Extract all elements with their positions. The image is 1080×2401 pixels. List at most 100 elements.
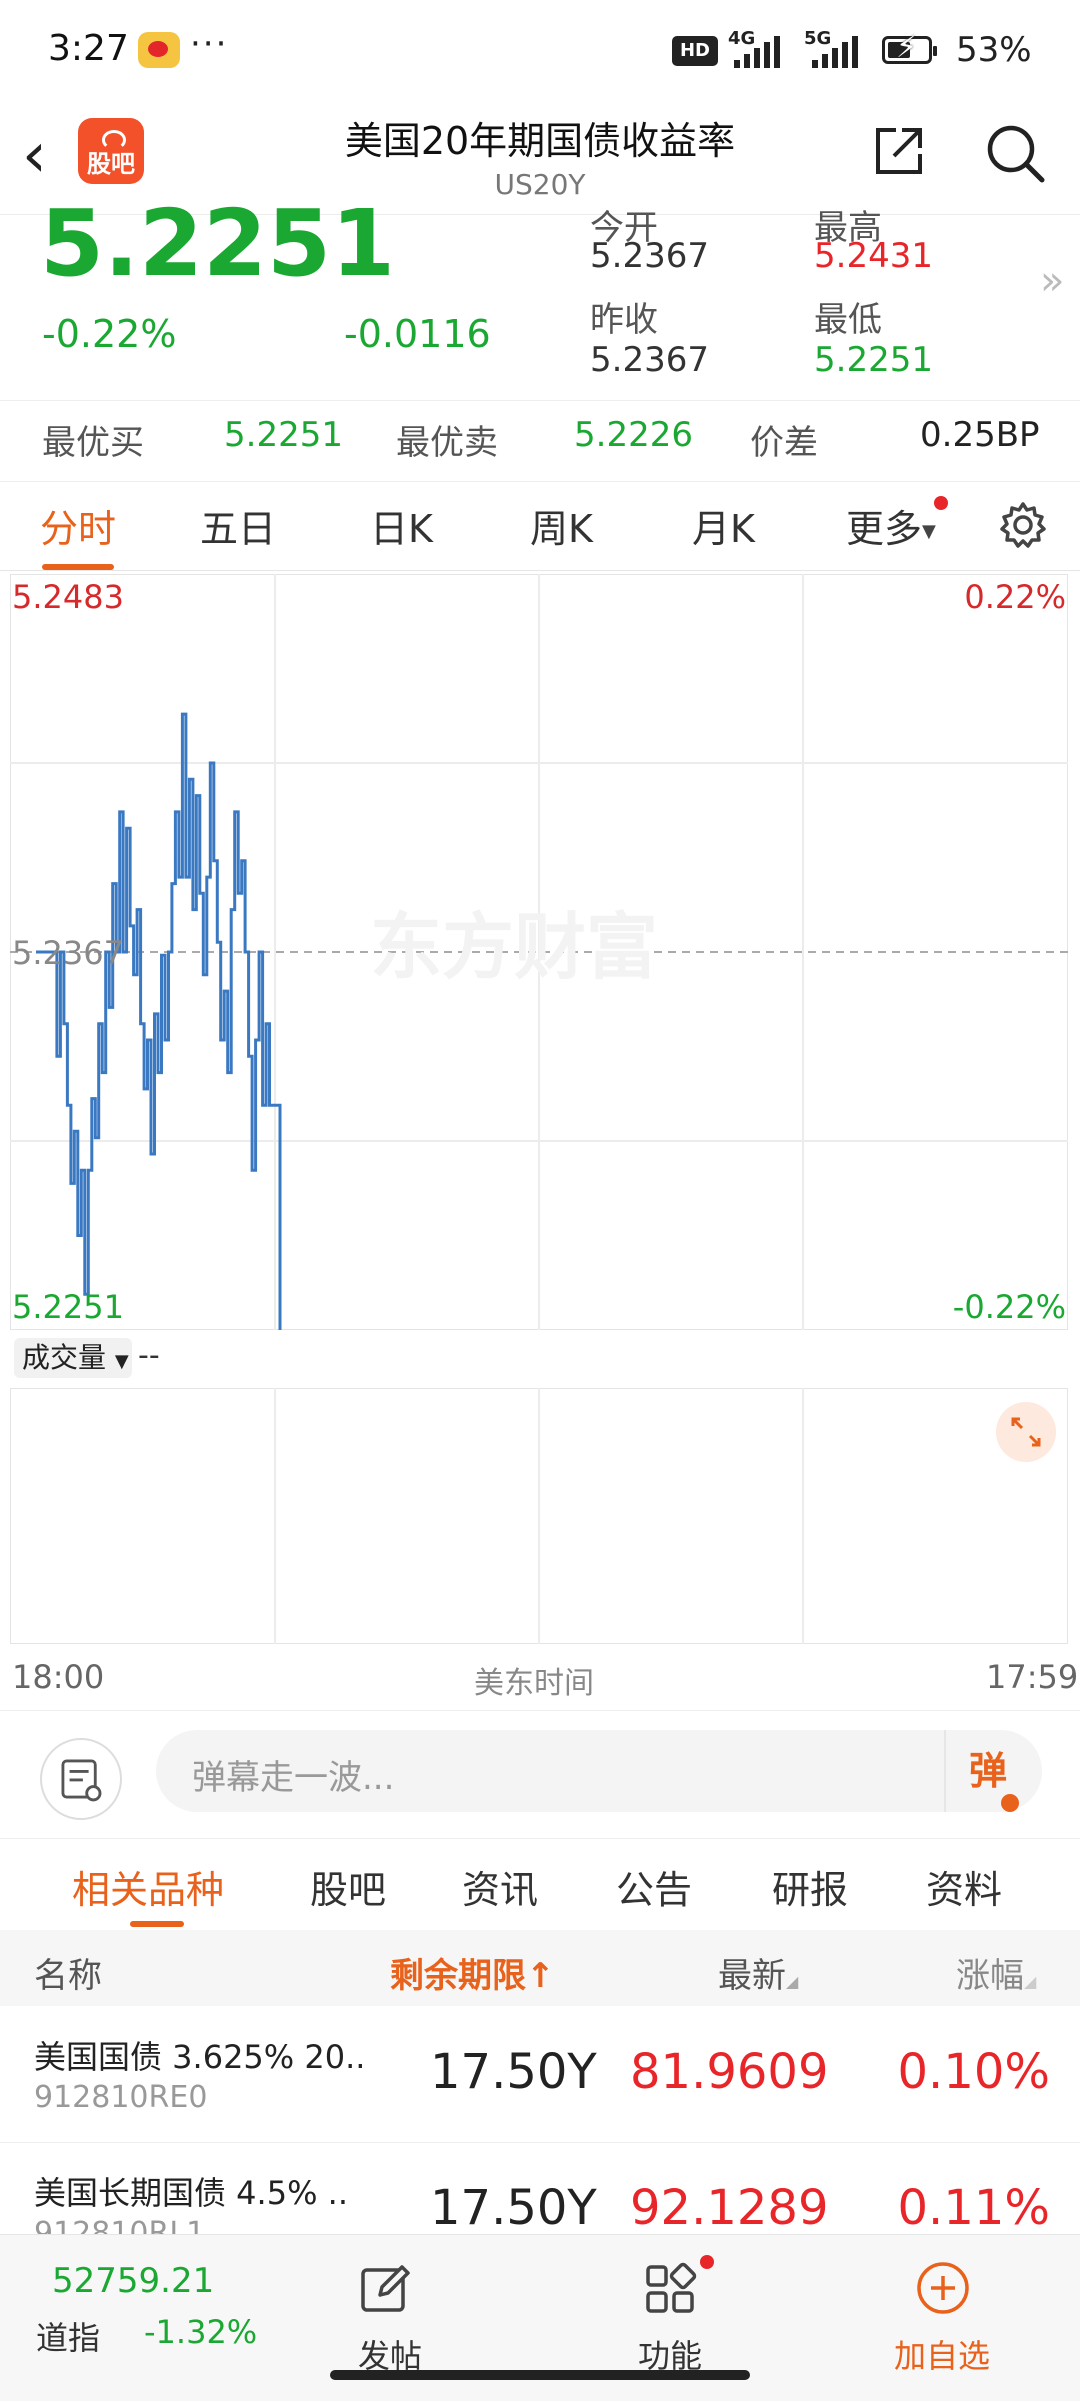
status-time: 3:27 — [48, 28, 129, 69]
signal-icon — [730, 34, 780, 68]
expand-icon[interactable] — [996, 1402, 1056, 1462]
row-change: 0.10% — [897, 2044, 1050, 2100]
caret-down-icon: ▼ — [922, 521, 936, 542]
divider — [0, 1710, 1080, 1711]
tab-daily-k[interactable]: 日K — [370, 498, 433, 553]
high-value: 5.2431 — [814, 236, 933, 276]
home-indicator[interactable] — [330, 2370, 750, 2380]
time-end-label: 17:59 — [986, 1658, 1079, 1696]
logo-text: 股吧 — [87, 150, 135, 178]
tab-more[interactable]: 更多▼ — [846, 498, 936, 553]
col-change-label: 涨幅 — [956, 1956, 1024, 1996]
col-last-label: 最新 — [718, 1956, 786, 1996]
volume-indicator-select[interactable]: 成交量 ▼ — [14, 1338, 132, 1378]
tab-profile[interactable]: 资料 — [926, 1859, 1002, 1914]
tab-announcements[interactable]: 公告 — [616, 1859, 692, 1914]
more-badge-dot — [934, 496, 948, 510]
table-row[interactable]: 美国国债 3.625% 20.. 912810RE0 17.50Y 81.960… — [0, 2006, 1080, 2143]
danmu-input[interactable]: 弹幕走一波... 弹 — [156, 1730, 1042, 1812]
tab-monthly-k[interactable]: 月K — [692, 498, 755, 553]
y-min-label: 5.2251 — [12, 1288, 124, 1326]
index-ticker[interactable]: 52759.21 道指 -1.32% — [0, 2235, 257, 2401]
change-value: -0.0116 — [344, 312, 491, 356]
danmu-toggle-button[interactable]: 弹 — [944, 1730, 1042, 1812]
current-price: 5.2251 — [40, 190, 396, 297]
low-label: 最低 — [814, 300, 882, 340]
best-quote-row: 最优买 5.2251 最优卖 5.2226 价差 0.25BP — [0, 400, 1080, 482]
danmu-placeholder: 弹幕走一波... — [192, 1758, 395, 1798]
spread-label: 价差 — [750, 423, 818, 463]
best-bid-value: 5.2251 — [224, 415, 343, 455]
row-last: 92.1289 — [630, 2180, 829, 2236]
sort-icon: ◢ — [786, 1972, 799, 1991]
prev-close-label: 昨收 — [590, 300, 658, 340]
charging-icon: ⚡ — [896, 30, 918, 65]
tab-news[interactable]: 资讯 — [462, 1859, 538, 1914]
active-tab-underline — [42, 564, 114, 570]
time-start-label: 18:00 — [12, 1658, 105, 1696]
index-change: -1.32% — [144, 2313, 258, 2351]
back-button[interactable]: ‹ — [22, 120, 82, 190]
tab-related[interactable]: 相关品种 — [72, 1859, 224, 1914]
change-percent: -0.22% — [42, 312, 177, 356]
col-name: 名称 — [34, 1956, 102, 1996]
open-value: 5.2367 — [590, 236, 709, 276]
y-max-pct-label: 0.22% — [964, 578, 1066, 616]
tab-five-day[interactable]: 五日 — [200, 498, 276, 553]
more-notifications-icon: ··· — [190, 24, 229, 64]
col-term-label: 剩余期限 — [390, 1956, 526, 1996]
tab-weekly-k[interactable]: 周K — [530, 498, 593, 553]
arrow-up-icon: ↑ — [526, 1956, 555, 1996]
check-badge-icon — [1001, 1794, 1019, 1812]
weibo-icon — [138, 32, 180, 68]
col-term-sort[interactable]: 剩余期限↑ — [390, 1948, 555, 1997]
settings-gear-icon[interactable] — [998, 500, 1048, 550]
battery-percent: 53% — [956, 30, 1032, 70]
row-name: 美国长期国债 4.5% .. — [34, 2174, 348, 2212]
best-bid-label: 最优买 — [42, 423, 144, 463]
chevron-right-icon[interactable]: » — [1040, 258, 1064, 304]
col-last-sort[interactable]: 最新◢ — [718, 1948, 798, 1997]
add-watchlist-label: 加自选 — [894, 2337, 991, 2375]
edit-icon — [361, 2265, 410, 2312]
intraday-chart[interactable]: 东方财富 5.2483 0.22% 5.2367 5.2251 -0.22% — [10, 574, 1068, 1330]
add-watchlist-button[interactable]: 加自选 — [860, 2235, 1060, 2401]
comment-list-icon[interactable] — [40, 1738, 122, 1820]
tab-more-label: 更多 — [846, 507, 923, 551]
row-change: 0.11% — [897, 2180, 1050, 2236]
search-icon[interactable] — [984, 122, 1046, 184]
guba-logo-button[interactable]: 股吧 — [78, 118, 144, 184]
chart-period-tabs: 分时 五日 日K 周K 月K 更多▼ — [0, 480, 1080, 571]
volume-value: -- — [138, 1338, 160, 1373]
row-term: 17.50Y — [430, 2044, 597, 2100]
volume-chart — [10, 1388, 1068, 1644]
tab-research[interactable]: 研报 — [772, 1859, 848, 1914]
col-change-sort[interactable]: 涨幅◢ — [956, 1948, 1036, 1997]
time-zone-label: 美东时间 — [474, 1666, 594, 1701]
prev-close-value: 5.2367 — [590, 340, 709, 380]
hd-icon: HD — [672, 36, 718, 66]
best-ask-label: 最优卖 — [396, 423, 498, 463]
row-name: 美国国债 3.625% 20.. — [34, 2038, 366, 2076]
best-ask-value: 5.2226 — [574, 415, 693, 455]
spread-value: 0.25BP — [920, 415, 1040, 455]
tab-intraday[interactable]: 分时 — [40, 498, 116, 553]
grid-icon — [646, 2262, 697, 2313]
index-value: 52759.21 — [52, 2261, 215, 2301]
section-tabs: 相关品种 股吧 资讯 公告 研报 资料 — [0, 1838, 1080, 1931]
y-min-pct-label: -0.22% — [953, 1288, 1066, 1326]
page-title: 美国20年期国债收益率 — [344, 119, 736, 163]
status-bar: 3:27 ··· HD 4G 5G ⚡ 53% — [0, 0, 1080, 100]
chart-watermark: 东方财富 — [370, 905, 658, 989]
active-section-underline — [130, 1921, 184, 1927]
tab-guba[interactable]: 股吧 — [310, 1859, 386, 1914]
row-code: 912810RE0 — [34, 2080, 208, 2115]
y-max-label: 5.2483 — [12, 578, 124, 616]
volume-selector-label: 成交量 — [22, 1341, 107, 1374]
low-value: 5.2251 — [814, 340, 933, 380]
share-icon[interactable] — [872, 124, 926, 178]
caret-down-icon: ▼ — [114, 1351, 129, 1372]
y-mid-label: 5.2367 — [12, 934, 124, 972]
index-name: 道指 — [36, 2319, 101, 2357]
danmu-label: 弹 — [968, 1749, 1007, 1793]
